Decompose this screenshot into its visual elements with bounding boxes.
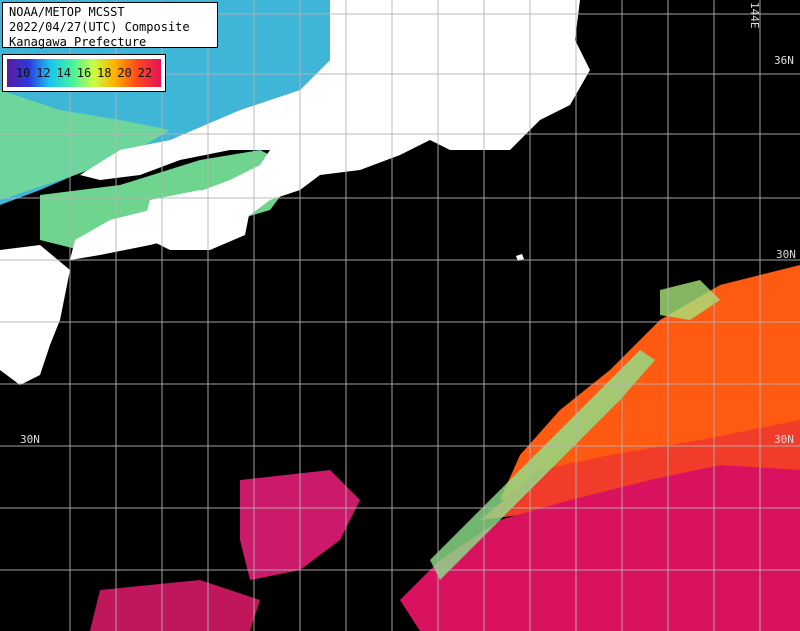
legend-label: 10 [15,66,31,80]
legend-label: 22 [137,66,153,80]
title-line-1: NOAA/METOP MCSST [9,5,125,19]
legend-color-bar: 10 12 14 16 18 20 22 [7,59,161,87]
legend-label: 12 [36,66,51,80]
temperature-legend: 10 12 14 16 18 20 22 [2,54,166,92]
title-line-2: 2022/04/27(UTC) Composite [9,20,190,34]
legend-label: 20 [117,66,132,80]
sst-map [0,0,800,631]
lat-label-right: 30N [774,433,794,446]
title-box: NOAA/METOP MCSST 2022/04/27(UTC) Composi… [2,2,218,49]
lat-label-left: 30N [20,433,40,446]
lat-label-top: 36N [774,54,794,67]
legend-label: 16 [76,66,92,80]
lon-label-top: 144E [748,2,761,29]
legend-label: 14 [56,66,71,80]
lat-label-mid: 30N [776,248,796,261]
legend-label: 18 [97,66,112,80]
title-line-3: Kanagawa Prefecture [9,35,147,49]
